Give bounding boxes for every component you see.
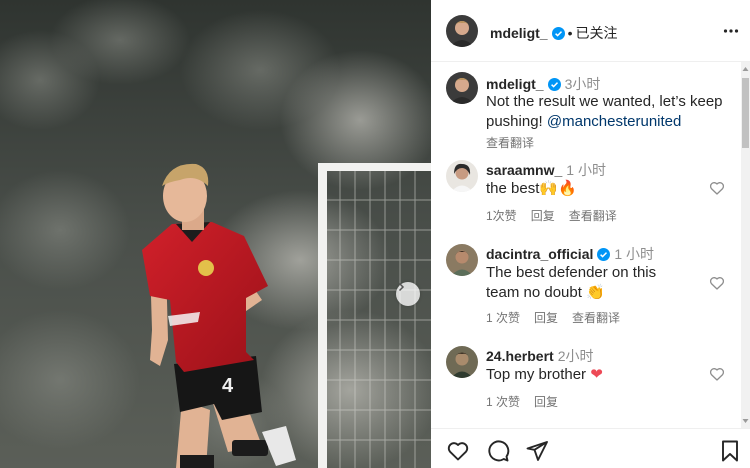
author-username[interactable]: mdeligt_ bbox=[490, 25, 548, 41]
post-detail-panel: mdeligt_ • 已关注 mdeligt_ 3小时 Not the resu… bbox=[431, 0, 750, 468]
avatar-image bbox=[446, 244, 478, 276]
comment-likes-count[interactable]: 1 次赞 bbox=[486, 395, 520, 409]
translate-link[interactable]: 查看翻译 bbox=[569, 209, 617, 223]
avatar-image bbox=[446, 72, 478, 104]
comment-time: 1 小时 bbox=[566, 162, 606, 178]
caption-header: mdeligt_ 3小时 bbox=[486, 74, 600, 94]
translate-link[interactable]: 查看翻译 bbox=[572, 311, 620, 325]
like-comment-heart-icon[interactable] bbox=[709, 180, 725, 196]
reply-button[interactable]: 回复 bbox=[534, 311, 558, 325]
comment-meta: 1 次赞 回复 查看翻译 bbox=[486, 309, 634, 326]
avatar-image bbox=[446, 160, 478, 192]
comment-body: Top my brother bbox=[486, 366, 587, 383]
commenter-avatar[interactable] bbox=[446, 160, 478, 192]
caption-avatar[interactable] bbox=[446, 72, 478, 104]
separator-dot: • bbox=[567, 25, 573, 41]
author-avatar[interactable] bbox=[446, 15, 478, 47]
caption-meta: 查看翻译 bbox=[486, 134, 548, 151]
comment-text: Top my brother ❤ bbox=[486, 365, 706, 385]
comment-emoji: ❤ bbox=[590, 366, 603, 383]
post-header: mdeligt_ • 已关注 bbox=[431, 0, 750, 62]
post-action-bar bbox=[431, 428, 750, 468]
scroll-up-arrow-icon[interactable] bbox=[742, 66, 749, 72]
like-comment-heart-icon[interactable] bbox=[709, 366, 725, 382]
caption-time: 3小时 bbox=[564, 76, 601, 92]
heart-icon[interactable] bbox=[446, 439, 470, 463]
caption-mention-link[interactable]: @manchesterunited bbox=[547, 113, 681, 130]
commenter-avatar[interactable] bbox=[446, 244, 478, 276]
commenter-username[interactable]: dacintra_official bbox=[486, 246, 593, 262]
comment-body: The best defender on this team no doubt bbox=[486, 264, 657, 301]
caption-text: Not the result we wanted, let’s keep pus… bbox=[486, 92, 726, 132]
commenter-username[interactable]: 24.herbert bbox=[486, 348, 554, 364]
comment-body: the best bbox=[486, 180, 540, 197]
comments-list[interactable]: mdeligt_ 3小时 Not the result we wanted, le… bbox=[431, 62, 750, 428]
comment-emoji: 🙌🔥 bbox=[539, 180, 577, 197]
next-photo-button[interactable] bbox=[396, 282, 420, 306]
scrollbar-thumb[interactable] bbox=[742, 78, 749, 148]
send-icon[interactable] bbox=[525, 439, 549, 463]
avatar-image bbox=[446, 346, 478, 378]
comment-meta: 1 次赞 回复 bbox=[486, 393, 572, 410]
verified-badge-icon bbox=[551, 27, 565, 40]
comment-emoji: 👏 bbox=[586, 284, 605, 301]
player-photo-illustration: 4 bbox=[0, 0, 431, 468]
comment-item: saraamnw_ 1 小时 the best🙌🔥 1次赞 回复 查看翻译 bbox=[431, 158, 736, 228]
follow-status-button[interactable]: 已关注 bbox=[575, 25, 617, 41]
comment-time: 2小时 bbox=[557, 348, 594, 364]
comment-time: 1 小时 bbox=[614, 246, 655, 262]
caption-username[interactable]: mdeligt_ bbox=[486, 76, 544, 92]
reply-button[interactable]: 回复 bbox=[534, 395, 558, 409]
comment-text: The best defender on this team no doubt … bbox=[486, 263, 691, 303]
reply-button[interactable]: 回复 bbox=[531, 209, 555, 223]
comment-meta: 1次赞 回复 查看翻译 bbox=[486, 207, 631, 224]
comment-header: dacintra_official 1 小时 bbox=[486, 244, 654, 264]
caption-block: mdeligt_ 3小时 Not the result we wanted, le… bbox=[431, 72, 736, 150]
comment-likes-count[interactable]: 1 次赞 bbox=[486, 311, 520, 325]
commenter-avatar[interactable] bbox=[446, 346, 478, 378]
more-options-icon[interactable] bbox=[723, 24, 739, 38]
verified-badge-icon bbox=[597, 248, 611, 261]
scroll-down-arrow-icon[interactable] bbox=[742, 418, 749, 424]
comment-likes-count[interactable]: 1次赞 bbox=[486, 209, 517, 223]
avatar-image bbox=[446, 15, 478, 47]
chevron-right-icon bbox=[398, 282, 405, 292]
comment-header: saraamnw_ 1 小时 bbox=[486, 160, 606, 180]
bookmark-icon[interactable] bbox=[718, 439, 742, 463]
verified-badge-icon bbox=[547, 78, 561, 91]
caption-translate-link[interactable]: 查看翻译 bbox=[486, 136, 534, 150]
comment-item: dacintra_official 1 小时 The best defender … bbox=[431, 242, 736, 332]
comment-item: 24.herbert 2小时 Top my brother ❤ 1 次赞 回复 bbox=[431, 346, 736, 416]
svg-text:4: 4 bbox=[222, 375, 234, 397]
author-line: mdeligt_ • 已关注 bbox=[490, 23, 617, 43]
post-photo: 4 bbox=[0, 0, 431, 468]
comment-icon[interactable] bbox=[486, 439, 510, 463]
commenter-username[interactable]: saraamnw_ bbox=[486, 162, 562, 178]
like-comment-heart-icon[interactable] bbox=[709, 275, 725, 291]
comment-header: 24.herbert 2小时 bbox=[486, 346, 594, 366]
comment-text: the best🙌🔥 bbox=[486, 179, 706, 199]
